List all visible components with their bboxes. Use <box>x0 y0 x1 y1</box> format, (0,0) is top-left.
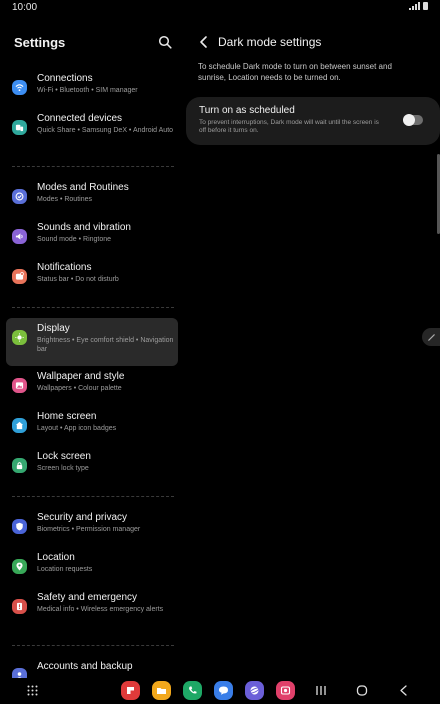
option-subtitle: To prevent interruptions, Dark mode will… <box>199 119 379 134</box>
settings-item-display[interactable]: Display Brightness • Eye comfort shield •… <box>6 318 178 366</box>
dark-mode-settings-pane: Dark mode settings To schedule Dark mode… <box>182 16 440 678</box>
section-divider <box>12 307 174 308</box>
system-icons <box>409 2 428 10</box>
settings-item-subtitle: Screen lock type <box>37 465 89 472</box>
page-title: Settings <box>14 35 66 50</box>
settings-item-title: Safety and emergency <box>37 592 138 603</box>
settings-item-subtitle: Wi-Fi • Bluetooth • SIM manager <box>37 87 138 94</box>
settings-item-connected-devices[interactable]: Connected devices Quick Share • Samsung D… <box>0 108 182 156</box>
settings-item-title: Security and privacy <box>37 512 128 523</box>
settings-item-title: Sounds and vibration <box>37 222 131 233</box>
battery-icon <box>423 2 428 10</box>
location-description: To schedule Dark mode to turn on between… <box>198 62 392 82</box>
settings-item-title: Lock screen <box>37 451 91 462</box>
settings-item-subtitle: Wallpapers • Colour palette <box>37 385 122 392</box>
section-divider <box>12 496 174 497</box>
sound-icon <box>12 229 27 244</box>
lock-icon <box>12 458 27 473</box>
settings-pane: Settings Connections Wi-Fi • Bluetooth • … <box>0 16 182 678</box>
messages-icon[interactable] <box>214 681 233 700</box>
settings-item-title: Notifications <box>37 262 92 273</box>
back-nav-icon[interactable] <box>398 685 410 696</box>
schedule-toggle[interactable] <box>403 114 423 126</box>
phone-icon[interactable] <box>183 681 202 700</box>
settings-item-subtitle: Brightness • Eye comfort shield • Naviga… <box>37 337 174 353</box>
settings-item-title: Location <box>37 552 75 563</box>
home-screen-icon <box>12 418 27 433</box>
settings-item-title: Display <box>37 323 70 334</box>
turn-on-as-scheduled-option[interactable]: Turn on as scheduled To prevent interrup… <box>186 97 440 145</box>
settings-item-subtitle: Quick Share • Samsung DeX • Android Auto <box>37 127 174 134</box>
status-time: 10:00 <box>12 2 38 13</box>
edge-panel-handle[interactable] <box>422 328 440 346</box>
settings-item-subtitle: Layout • App icon badges <box>37 425 117 432</box>
home-icon[interactable] <box>356 685 368 696</box>
settings-item-subtitle: Modes • Routines <box>37 196 92 203</box>
internet-icon[interactable] <box>245 681 264 700</box>
recent-apps-icon[interactable] <box>315 685 327 696</box>
settings-item-lock-screen[interactable]: Lock screen Screen lock type <box>0 446 182 486</box>
settings-item-title: Home screen <box>37 411 97 422</box>
settings-item-security-and-privacy[interactable]: Security and privacy Biometrics • Permiss… <box>0 507 182 547</box>
location-icon <box>12 559 27 574</box>
settings-item-location[interactable]: Location Location requests <box>0 547 182 587</box>
display-icon <box>12 330 27 345</box>
settings-item-sounds-and-vibration[interactable]: Sounds and vibration Sound mode • Rington… <box>0 217 182 257</box>
settings-item-safety-and-emergency[interactable]: Safety and emergency Medical info • Wirel… <box>0 587 182 635</box>
settings-item-connections[interactable]: Connections Wi-Fi • Bluetooth • SIM manag… <box>0 68 182 108</box>
settings-item-home-screen[interactable]: Home screen Layout • App icon badges <box>0 406 182 446</box>
emergency-icon <box>12 599 27 614</box>
settings-list: Connections Wi-Fi • Bluetooth • SIM manag… <box>0 68 182 678</box>
settings-item-subtitle: Status bar • Do not disturb <box>37 276 119 283</box>
settings-header: Settings <box>0 16 182 68</box>
pencil-icon <box>427 333 435 341</box>
settings-item-subtitle: Medical info • Wireless emergency alerts <box>37 606 164 613</box>
settings-item-accounts-and-backup[interactable]: Accounts and backup <box>0 656 182 678</box>
option-title: Turn on as scheduled <box>199 105 295 116</box>
settings-item-subtitle: Location requests <box>37 566 93 573</box>
connected-devices-icon <box>12 120 27 135</box>
modes-routines-icon <box>12 189 27 204</box>
wifi-icon <box>12 80 27 95</box>
settings-item-title: Modes and Routines <box>37 182 129 193</box>
accounts-icon <box>12 668 27 678</box>
wallpaper-icon <box>12 378 27 393</box>
settings-item-subtitle: Sound mode • Ringtone <box>37 236 112 243</box>
settings-item-wallpaper-and-style[interactable]: Wallpaper and style Wallpapers • Colour p… <box>0 366 182 406</box>
notifications-icon <box>12 269 27 284</box>
back-icon[interactable] <box>198 35 210 49</box>
my-files-icon[interactable] <box>152 681 171 700</box>
settings-item-modes-and-routines[interactable]: Modes and Routines Modes • Routines <box>0 177 182 217</box>
app-drawer-icon[interactable] <box>27 685 38 696</box>
navigation-bar <box>0 678 440 704</box>
toggle-knob <box>403 114 415 126</box>
detail-title: Dark mode settings <box>218 35 322 49</box>
security-icon <box>12 519 27 534</box>
settings-item-title: Connections <box>37 73 93 84</box>
settings-item-notifications[interactable]: Notifications Status bar • Do not disturb <box>0 257 182 297</box>
signal-icon <box>409 2 420 10</box>
status-bar: 10:00 <box>0 0 440 16</box>
settings-item-title: Connected devices <box>37 113 123 124</box>
search-icon[interactable] <box>158 35 172 49</box>
flipboard-icon[interactable] <box>121 681 140 700</box>
screen-recorder-icon[interactable] <box>276 681 295 700</box>
settings-item-title: Accounts and backup <box>37 661 133 672</box>
section-divider <box>12 645 174 646</box>
settings-item-title: Wallpaper and style <box>37 371 125 382</box>
section-divider <box>12 166 174 167</box>
settings-item-subtitle: Biometrics • Permission manager <box>37 526 141 533</box>
